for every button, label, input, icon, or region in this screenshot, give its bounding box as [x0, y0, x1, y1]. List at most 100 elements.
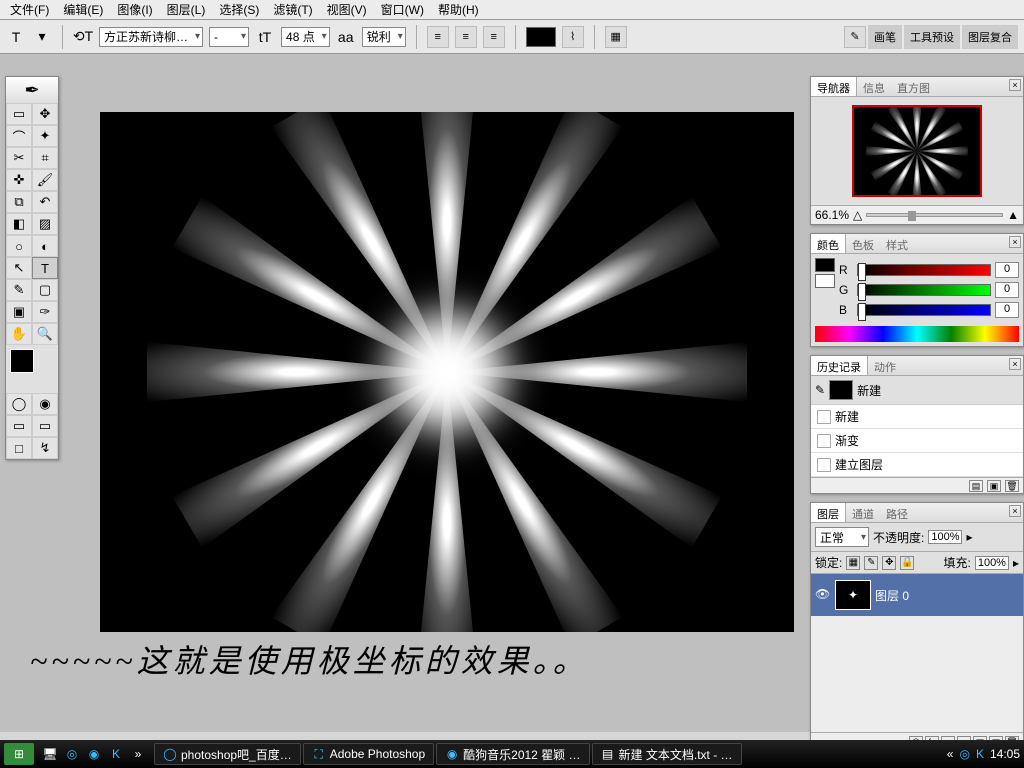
- fill-value[interactable]: 100%: [975, 556, 1009, 570]
- menu-layer[interactable]: 图层(L): [161, 0, 212, 20]
- imageready-icon[interactable]: ↯: [32, 437, 58, 459]
- magic-wand-tool[interactable]: ✦: [32, 125, 58, 147]
- align-right-icon[interactable]: ≡: [483, 26, 505, 48]
- zoom-tool[interactable]: 🔍: [32, 323, 58, 345]
- quickmask-mode-icon[interactable]: ◉: [32, 393, 58, 415]
- r-value[interactable]: 0: [995, 262, 1019, 278]
- path-select-tool[interactable]: ↖: [6, 257, 32, 279]
- menu-file[interactable]: 文件(F): [4, 0, 55, 20]
- quick-launch-icon[interactable]: K: [106, 744, 126, 764]
- standard-mode-icon[interactable]: ◯: [6, 393, 32, 415]
- layer-name[interactable]: 图层 0: [875, 587, 909, 604]
- font-size-dropdown[interactable]: 48 点: [281, 27, 330, 47]
- foreground-color[interactable]: [10, 349, 34, 373]
- pen-tool[interactable]: ✎: [6, 279, 32, 301]
- lock-all-icon[interactable]: 🔒: [900, 556, 914, 570]
- layer-row[interactable]: 👁 ✦ 图层 0: [811, 574, 1023, 616]
- task-item[interactable]: ◯photoshop吧_百度…: [154, 743, 301, 765]
- b-slider[interactable]: [857, 304, 991, 316]
- menu-help[interactable]: 帮助(H): [432, 0, 485, 20]
- new-snapshot-icon[interactable]: ▣: [987, 480, 1001, 492]
- close-icon[interactable]: ×: [1009, 236, 1021, 248]
- info-tab[interactable]: 信息: [857, 77, 891, 96]
- snapshot-thumb[interactable]: ✦: [829, 380, 853, 400]
- eraser-tool[interactable]: ◧: [6, 213, 32, 235]
- quick-launch-expand[interactable]: »: [128, 744, 148, 764]
- lock-transparency-icon[interactable]: ▦: [846, 556, 860, 570]
- tool-presets-tab[interactable]: 工具预设: [904, 25, 960, 49]
- screen-mode-2[interactable]: ▭: [32, 415, 58, 437]
- menu-edit[interactable]: 编辑(E): [57, 0, 109, 20]
- clock[interactable]: 14:05: [990, 747, 1020, 761]
- text-tool[interactable]: T: [32, 257, 58, 279]
- align-left-icon[interactable]: ≡: [427, 26, 449, 48]
- task-item[interactable]: ◉酷狗音乐2012 瞿颖 …: [436, 743, 589, 765]
- history-step[interactable]: 渐变: [811, 429, 1023, 453]
- styles-tab[interactable]: 样式: [880, 234, 914, 253]
- task-item[interactable]: ▤新建 文本文档.txt - …: [592, 743, 742, 765]
- dropdown-icon[interactable]: ▾: [32, 27, 52, 47]
- brush-tool[interactable]: 🖌: [32, 169, 58, 191]
- start-button[interactable]: ⊞: [4, 743, 34, 765]
- channels-tab[interactable]: 通道: [846, 503, 880, 522]
- menu-window[interactable]: 窗口(W): [375, 0, 430, 20]
- dodge-tool[interactable]: ◐: [32, 235, 58, 257]
- menu-view[interactable]: 视图(V): [321, 0, 373, 20]
- slice-tool[interactable]: ⌗: [32, 147, 58, 169]
- histogram-tab[interactable]: 直方图: [891, 77, 936, 96]
- color-foreground-swatch[interactable]: [815, 258, 835, 272]
- font-family-dropdown[interactable]: 方正苏新诗柳…: [99, 27, 203, 47]
- visibility-icon[interactable]: 👁: [815, 587, 831, 603]
- marquee-tool[interactable]: ▭: [6, 103, 32, 125]
- font-style-dropdown[interactable]: -: [209, 27, 249, 47]
- color-swatches[interactable]: [10, 349, 54, 389]
- eyedropper-tool[interactable]: ✑: [32, 301, 58, 323]
- align-center-icon[interactable]: ≡: [455, 26, 477, 48]
- trash-icon[interactable]: 🗑: [1005, 480, 1019, 492]
- close-icon[interactable]: ×: [1009, 358, 1021, 370]
- lock-pixels-icon[interactable]: ✎: [864, 556, 878, 570]
- b-value[interactable]: 0: [995, 302, 1019, 318]
- antialiasing-dropdown[interactable]: 锐利: [362, 27, 406, 47]
- move-tool[interactable]: ✥: [32, 103, 58, 125]
- spectrum-bar[interactable]: [815, 326, 1019, 342]
- g-value[interactable]: 0: [995, 282, 1019, 298]
- snapshot-name[interactable]: 新建: [857, 382, 881, 399]
- quick-launch-icon[interactable]: ◎: [62, 744, 82, 764]
- document-canvas[interactable]: [100, 112, 794, 632]
- text-color-swatch[interactable]: [526, 27, 556, 47]
- g-slider[interactable]: [857, 284, 991, 296]
- crop-tool[interactable]: ✂: [6, 147, 32, 169]
- blend-mode-dropdown[interactable]: 正常: [815, 527, 869, 547]
- shape-tool[interactable]: ▢: [32, 279, 58, 301]
- hand-tool[interactable]: ✋: [6, 323, 32, 345]
- gradient-tool[interactable]: ▨: [32, 213, 58, 235]
- zoom-slider[interactable]: [866, 213, 1003, 217]
- menu-select[interactable]: 选择(S): [213, 0, 265, 20]
- layer-thumbnail[interactable]: ✦: [835, 580, 871, 610]
- close-icon[interactable]: ×: [1009, 79, 1021, 91]
- screen-mode-1[interactable]: ▭: [6, 415, 32, 437]
- clone-stamp-tool[interactable]: ⧉: [6, 191, 32, 213]
- quick-launch-icon[interactable]: 🖥: [40, 744, 60, 764]
- close-icon[interactable]: ×: [1009, 505, 1021, 517]
- notes-tool[interactable]: ▣: [6, 301, 32, 323]
- lock-position-icon[interactable]: ✥: [882, 556, 896, 570]
- zoom-out-icon[interactable]: △: [853, 208, 862, 222]
- paths-tab[interactable]: 路径: [880, 503, 914, 522]
- history-brush-tool[interactable]: ↶: [32, 191, 58, 213]
- menu-image[interactable]: 图像(I): [111, 0, 158, 20]
- orientation-icon[interactable]: ⟲T: [73, 27, 93, 47]
- new-doc-from-state-icon[interactable]: ▤: [969, 480, 983, 492]
- tray-icon[interactable]: ◎: [959, 747, 969, 761]
- history-step[interactable]: 建立图层: [811, 453, 1023, 477]
- menu-filter[interactable]: 滤镜(T): [267, 0, 318, 20]
- color-tab[interactable]: 颜色: [811, 234, 846, 253]
- chevron-icon[interactable]: ▸: [1013, 556, 1019, 570]
- swatches-tab[interactable]: 色板: [846, 234, 880, 253]
- layer-comps-tab[interactable]: 图层复合: [962, 25, 1018, 49]
- chevron-icon[interactable]: ▸: [966, 530, 972, 544]
- brushes-palette-icon[interactable]: ✎: [844, 26, 866, 48]
- actions-tab[interactable]: 动作: [868, 356, 902, 375]
- opacity-value[interactable]: 100%: [928, 530, 962, 544]
